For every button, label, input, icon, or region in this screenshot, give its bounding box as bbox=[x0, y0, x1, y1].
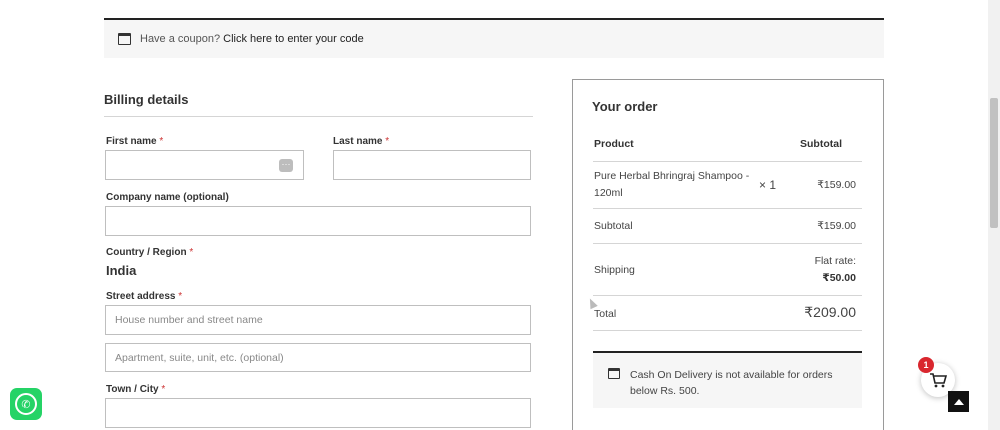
company-input[interactable] bbox=[105, 206, 531, 236]
scrollbar-thumb[interactable] bbox=[990, 98, 998, 228]
cart-icon bbox=[930, 373, 947, 388]
total-label: Total bbox=[594, 308, 617, 320]
item-quantity: × 1 bbox=[759, 178, 777, 192]
city-input[interactable] bbox=[105, 398, 531, 428]
first-name-label: First name * bbox=[106, 136, 164, 147]
whatsapp-button[interactable]: ✆ bbox=[10, 388, 42, 420]
arrow-up-icon bbox=[953, 398, 964, 405]
autofill-icon[interactable]: ··· bbox=[279, 159, 293, 172]
col-product-header: Product bbox=[594, 138, 634, 150]
shipping-label: Shipping bbox=[594, 264, 635, 276]
billing-divider bbox=[104, 116, 533, 117]
street-address-2-input[interactable]: Apartment, suite, unit, etc. (optional) bbox=[105, 343, 531, 372]
cod-message: Cash On Delivery is not available for or… bbox=[630, 369, 833, 397]
last-name-label: Last name * bbox=[333, 136, 390, 147]
coupon-question: Have a coupon? bbox=[140, 33, 221, 45]
shipping-method: Flat rate: bbox=[814, 255, 856, 267]
cart-count-badge: 1 bbox=[918, 357, 934, 373]
street-address-input[interactable]: House number and street name bbox=[105, 305, 531, 335]
calendar-icon bbox=[118, 33, 131, 45]
shipping-value: ₹50.00 bbox=[822, 272, 856, 284]
city-label: Town / City * bbox=[106, 384, 166, 395]
country-label: Country / Region * bbox=[106, 247, 194, 258]
whatsapp-icon: ✆ bbox=[15, 393, 37, 415]
coupon-link[interactable]: Click here to enter your code bbox=[223, 33, 364, 45]
order-divider bbox=[593, 295, 862, 296]
calendar-icon bbox=[608, 368, 620, 379]
total-value: ₹209.00 bbox=[804, 304, 856, 320]
scroll-to-top-button[interactable] bbox=[948, 391, 969, 412]
col-subtotal-header: Subtotal bbox=[800, 138, 842, 150]
order-divider bbox=[593, 161, 862, 162]
country-value: India bbox=[106, 263, 137, 278]
street-label: Street address * bbox=[106, 291, 183, 302]
order-title: Your order bbox=[592, 99, 658, 114]
subtotal-label: Subtotal bbox=[594, 220, 633, 232]
first-name-input[interactable]: ··· bbox=[105, 150, 304, 180]
order-divider bbox=[593, 208, 862, 209]
cod-notice: Cash On Delivery is not available for or… bbox=[593, 351, 862, 408]
item-name-line1: Pure Herbal Bhringraj Shampoo - bbox=[594, 170, 750, 182]
coupon-notice: Have a coupon? Click here to enter your … bbox=[104, 20, 884, 58]
subtotal-value: ₹159.00 bbox=[817, 220, 856, 232]
billing-title: Billing details bbox=[104, 92, 189, 107]
last-name-input[interactable] bbox=[333, 150, 531, 180]
item-price: ₹159.00 bbox=[817, 179, 856, 191]
item-name-line2: 120ml bbox=[594, 187, 623, 199]
company-label: Company name (optional) bbox=[106, 192, 229, 203]
order-divider bbox=[593, 330, 862, 331]
order-divider bbox=[593, 243, 862, 244]
